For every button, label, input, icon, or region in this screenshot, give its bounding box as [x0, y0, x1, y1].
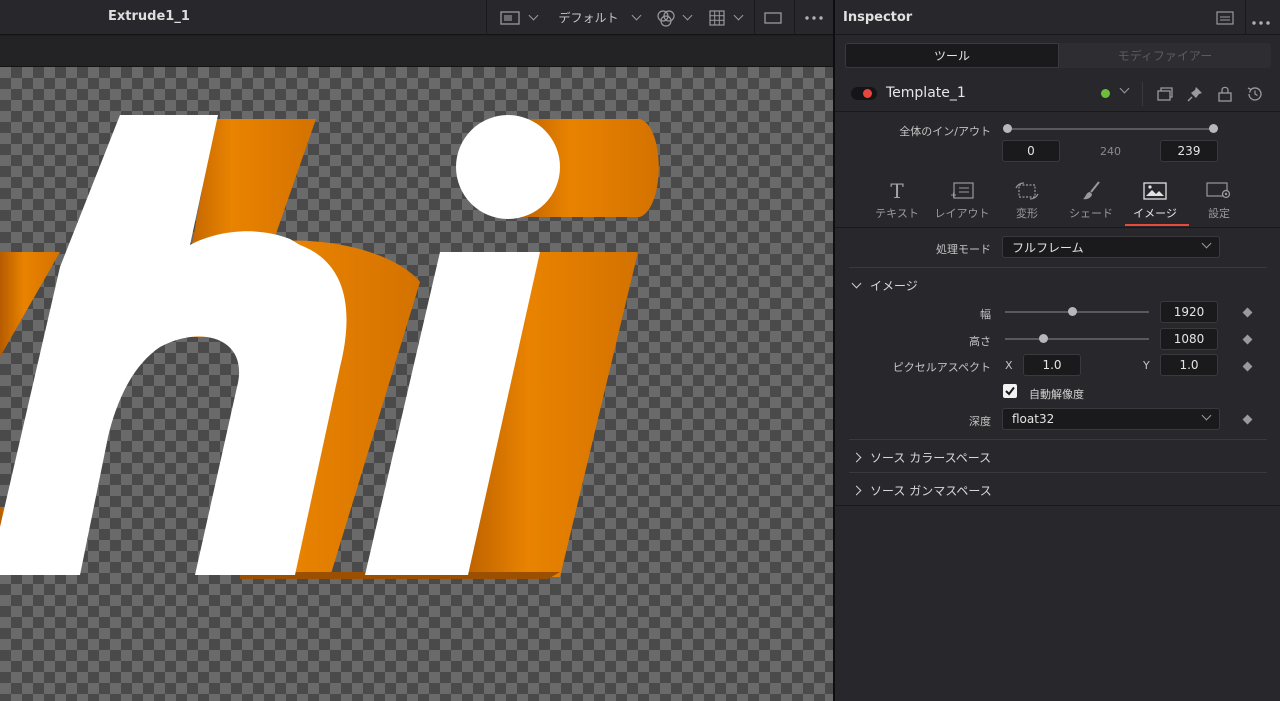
view-layout-icon [499, 10, 520, 25]
in-point-field[interactable]: 0 [1002, 140, 1060, 162]
node-enable-toggle[interactable] [851, 87, 877, 100]
more-options-icon [1252, 21, 1270, 25]
pixel-aspect-label: ピクセルアスペクト [892, 361, 991, 374]
versions-icon[interactable] [1155, 84, 1175, 104]
transform-icon [1015, 182, 1039, 200]
in-out-range-slider[interactable] [1007, 128, 1214, 130]
inspector-header: Inspector [835, 0, 1280, 35]
layout-icon [951, 182, 974, 199]
viewer-subbar [0, 36, 833, 67]
lock-icon[interactable] [1215, 84, 1235, 104]
rgb-channels-icon [656, 9, 675, 27]
pixel-aspect-x-label: X [1005, 359, 1013, 372]
extruded-text-render [0, 115, 659, 579]
tab-image[interactable]: イメージ [1123, 172, 1189, 228]
control-tabs: T テキスト レイアウト 変形 シェード イメージ 設定 [835, 172, 1280, 228]
expand-arrow-icon [851, 452, 862, 463]
inspector-options-button[interactable] [1251, 14, 1275, 25]
chevron-down-icon [682, 10, 692, 21]
viewer-toolbar: Extrude1_1 デフォルト [0, 0, 833, 35]
grid-icon [708, 9, 725, 26]
color-channel-button[interactable] [650, 0, 696, 35]
pixel-aspect-y-label: Y [1143, 359, 1150, 372]
viewer-panel: Extrude1_1 デフォルト [0, 0, 833, 701]
collapse-arrow-icon [851, 278, 862, 289]
width-slider[interactable] [1005, 311, 1149, 313]
rectangle-view-icon [764, 11, 782, 24]
layout-select-button[interactable] [492, 0, 544, 35]
expand-arrow-icon [851, 485, 862, 496]
source-gamma-space-header[interactable]: ソース ガンマスペース [851, 482, 992, 499]
height-field[interactable]: 1080 [1160, 328, 1218, 350]
height-slider[interactable] [1005, 338, 1149, 340]
in-point-handle[interactable] [1003, 124, 1012, 133]
inspector-tabs: ツール モディファイアー [845, 43, 1271, 68]
grid-overlay-button[interactable] [702, 0, 748, 35]
chevron-down-icon [733, 10, 743, 21]
in-out-label: 全体のイン/アウト [899, 125, 991, 138]
duration-value: 240 [1100, 145, 1121, 158]
more-options-icon [805, 15, 823, 20]
image-section-header[interactable]: イメージ [851, 277, 918, 294]
tab-tools[interactable]: ツール [845, 43, 1059, 68]
pixel-aspect-x-field[interactable]: 1.0 [1023, 354, 1081, 376]
auto-resolution-label: 自動解像度 [1029, 388, 1084, 401]
checkmark-icon [1005, 386, 1015, 396]
tab-text[interactable]: T テキスト [865, 172, 929, 228]
image-icon [1143, 182, 1167, 200]
tab-shading[interactable]: シェード [1059, 172, 1123, 228]
node-header: Template_1 [835, 76, 1280, 112]
height-slider-knob[interactable] [1039, 334, 1048, 343]
depth-label: 深度 [969, 415, 991, 428]
viewer-options-button[interactable] [798, 0, 830, 35]
chevron-down-icon [1201, 410, 1212, 421]
tab-layout[interactable]: レイアウト [930, 172, 994, 228]
width-field[interactable]: 1920 [1160, 301, 1218, 323]
panel-layout-icon [1216, 11, 1234, 25]
node-color-dot[interactable] [1101, 89, 1110, 98]
inspector-layout-button[interactable] [1213, 8, 1237, 28]
keyframe-icon[interactable] [1242, 334, 1253, 345]
chevron-down-icon [528, 10, 538, 21]
keyframe-icon[interactable] [1242, 361, 1253, 372]
single-view-button[interactable] [758, 0, 788, 35]
text-icon: T [890, 179, 904, 203]
width-label: 幅 [980, 308, 991, 321]
node-name: Template_1 [886, 85, 966, 101]
source-color-space-header[interactable]: ソース カラースペース [851, 449, 991, 466]
processing-mode-label: 処理モード [936, 243, 991, 256]
auto-resolution-checkbox[interactable] [1003, 384, 1017, 398]
chevron-down-icon[interactable] [1119, 83, 1130, 94]
brush-icon [1083, 181, 1100, 200]
depth-dropdown[interactable]: float32 [1002, 408, 1220, 430]
inspector-title: Inspector [843, 10, 913, 25]
tab-modifiers[interactable]: モディファイアー [1059, 43, 1271, 68]
out-point-field[interactable]: 239 [1160, 140, 1218, 162]
viewer-title: Extrude1_1 [108, 9, 190, 24]
width-slider-knob[interactable] [1068, 307, 1077, 316]
display-mode-label: デフォルト [558, 11, 619, 25]
viewer-canvas[interactable] [0, 67, 833, 701]
chevron-down-icon [1201, 238, 1212, 249]
reset-icon[interactable] [1245, 84, 1265, 104]
pixel-aspect-y-field[interactable]: 1.0 [1160, 354, 1218, 376]
tab-transform[interactable]: 変形 [995, 172, 1059, 228]
tab-settings[interactable]: 設定 [1187, 172, 1251, 228]
keyframe-icon[interactable] [1242, 307, 1253, 318]
display-mode-dropdown[interactable]: デフォルト [552, 0, 646, 35]
out-point-handle[interactable] [1209, 124, 1218, 133]
height-label: 高さ [969, 335, 991, 348]
keyframe-icon[interactable] [1242, 414, 1253, 425]
processing-mode-dropdown[interactable]: フルフレーム [1002, 236, 1220, 258]
inspector-panel: Inspector ツール モディファイアー Template_1 全体のイン/… [835, 0, 1280, 701]
settings-icon [1206, 182, 1231, 199]
pin-icon[interactable] [1185, 84, 1205, 104]
chevron-down-icon [631, 10, 641, 21]
